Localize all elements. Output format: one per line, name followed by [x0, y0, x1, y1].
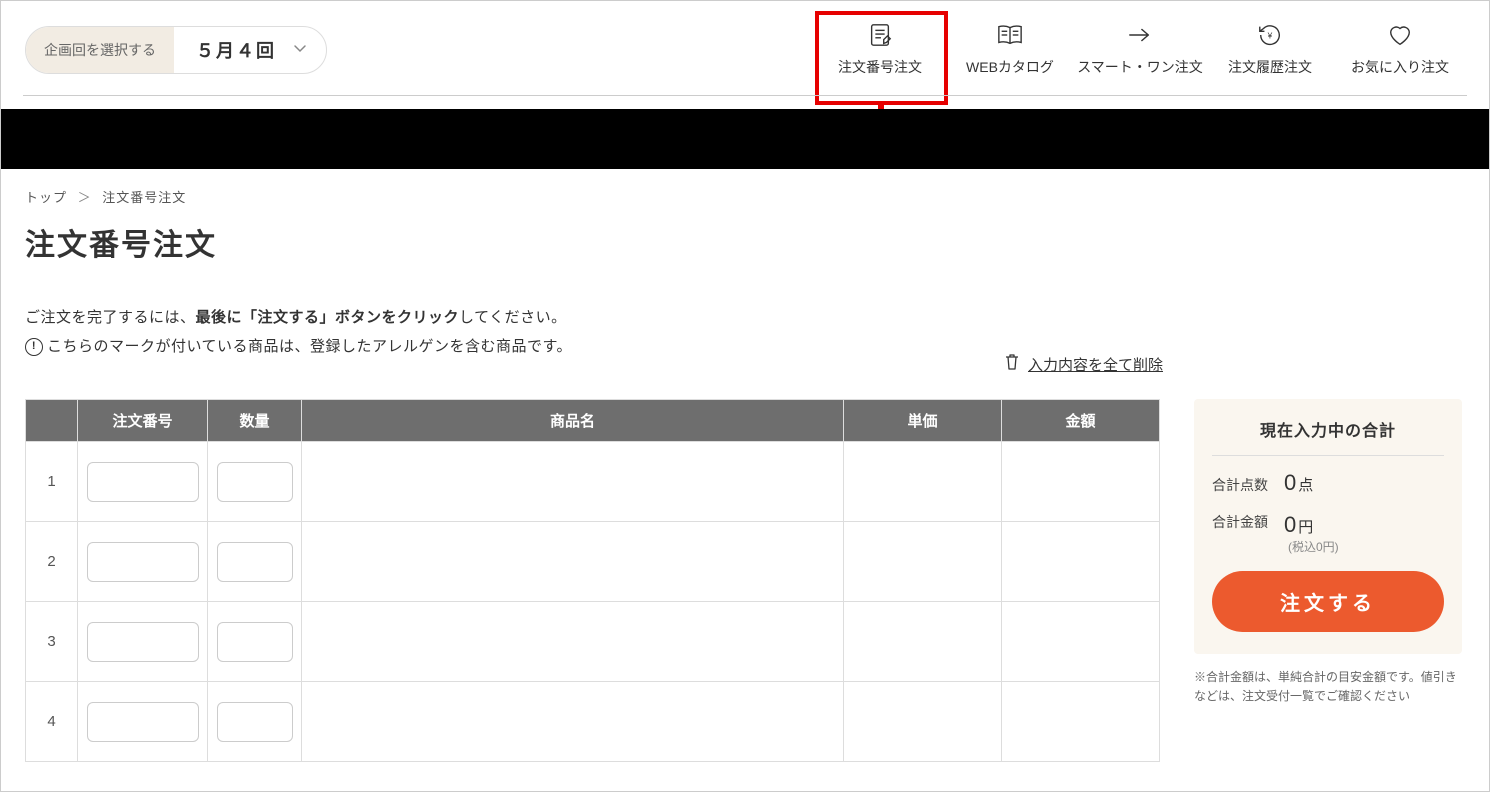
cell-unit-price	[844, 522, 1002, 602]
summary-amount-sub: (税込0円)	[1288, 538, 1339, 555]
history-yen-icon: ¥	[1255, 21, 1285, 49]
th-amount: 金額	[1002, 400, 1160, 442]
delete-all-button[interactable]: 入力内容を全て削除	[1004, 353, 1163, 375]
summary-note: ※合計金額は、単純合計の目安金額です。値引きなどは、注文受付一覧でご確認ください	[1194, 668, 1462, 706]
plan-period-label: 企画回を選択する	[26, 27, 174, 73]
document-edit-icon	[865, 21, 895, 49]
place-order-button[interactable]: 注文する	[1212, 571, 1444, 632]
order-table: 注文番号 数量 商品名 単価 金額 1234	[25, 399, 1160, 762]
qty-input[interactable]	[217, 702, 293, 742]
cell-unit-price	[844, 602, 1002, 682]
nav-smart-one[interactable]: スマート・ワン注文	[1075, 17, 1205, 83]
th-index	[26, 400, 78, 442]
table-row: 1	[26, 442, 1160, 522]
heart-icon	[1385, 21, 1415, 49]
nav-web-catalog[interactable]: WEBカタログ	[945, 17, 1075, 83]
table-row: 2	[26, 522, 1160, 602]
qty-input[interactable]	[217, 462, 293, 502]
top-nav: 注文番号注文 WEBカタログ スマート・ワン注文 ¥ 注文履歴注文	[815, 17, 1465, 83]
cell-amount	[1002, 442, 1160, 522]
breadcrumb: トップ ＞ 注文番号注文	[25, 187, 1465, 206]
open-book-icon	[995, 21, 1025, 49]
order-no-input[interactable]	[87, 622, 199, 662]
cell-product-name	[302, 682, 844, 762]
cell-amount	[1002, 682, 1160, 762]
black-band	[1, 109, 1489, 169]
th-order-no: 注文番号	[78, 400, 208, 442]
breadcrumb-current: 注文番号注文	[102, 190, 186, 205]
qty-input[interactable]	[217, 542, 293, 582]
row-index: 3	[26, 602, 78, 682]
svg-text:¥: ¥	[1267, 31, 1273, 41]
th-qty: 数量	[208, 400, 302, 442]
summary-amount-label: 合計金額	[1212, 512, 1268, 532]
summary-title: 現在入力中の合計	[1212, 417, 1444, 456]
nav-order-history[interactable]: ¥ 注文履歴注文	[1205, 17, 1335, 83]
allergen-mark-icon: !	[25, 338, 43, 356]
summary-count-value: 0点	[1284, 470, 1313, 496]
trash-icon	[1004, 353, 1020, 375]
row-index: 4	[26, 682, 78, 762]
chevron-down-icon	[292, 40, 308, 61]
cell-product-name	[302, 522, 844, 602]
order-no-input[interactable]	[87, 702, 199, 742]
table-row: 3	[26, 602, 1160, 682]
plan-period-selector[interactable]: 企画回を選択する ５月４回	[25, 26, 327, 74]
summary-count-label: 合計点数	[1212, 475, 1268, 495]
row-index: 2	[26, 522, 78, 602]
qty-input[interactable]	[217, 622, 293, 662]
nav-favorites[interactable]: お気に入り注文	[1335, 17, 1465, 83]
cell-amount	[1002, 522, 1160, 602]
cell-unit-price	[844, 442, 1002, 522]
order-no-input[interactable]	[87, 462, 199, 502]
th-unit-price: 単価	[844, 400, 1002, 442]
order-no-input[interactable]	[87, 542, 199, 582]
nav-order-by-number[interactable]: 注文番号注文	[815, 17, 945, 83]
page-title: 注文番号注文	[25, 220, 1465, 264]
plan-period-value: ５月４回	[174, 27, 326, 73]
table-row: 4	[26, 682, 1160, 762]
row-index: 1	[26, 442, 78, 522]
cell-unit-price	[844, 682, 1002, 762]
summary-panel: 現在入力中の合計 合計点数 0点 合計金額 0円 (税込0円) 注文する	[1194, 399, 1462, 654]
cell-product-name	[302, 442, 844, 522]
cell-amount	[1002, 602, 1160, 682]
summary-amount-value: 0円	[1284, 512, 1339, 538]
breadcrumb-top[interactable]: トップ	[25, 190, 67, 205]
cell-product-name	[302, 602, 844, 682]
arrow-right-icon	[1125, 21, 1155, 49]
th-name: 商品名	[302, 400, 844, 442]
